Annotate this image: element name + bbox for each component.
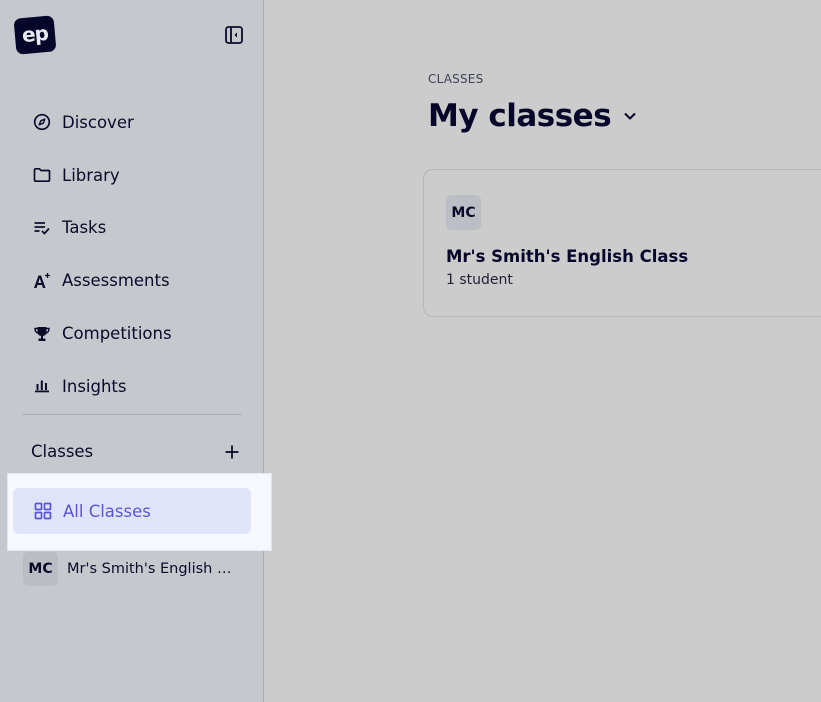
class-avatar: MC (23, 552, 58, 586)
tasks-icon (33, 219, 51, 237)
sidebar-item-label: Insights (62, 376, 127, 396)
sidebar-item-label: Tasks (62, 218, 107, 238)
sidebar: ep Discover Library Tasks Assessments Co… (0, 0, 264, 702)
sidebar-item-all-classes[interactable]: All Classes (13, 488, 251, 534)
sidebar-nav: Discover Library Tasks Assessments Compe… (22, 96, 242, 413)
sidebar-item-discover[interactable]: Discover (22, 96, 242, 149)
class-view-dropdown[interactable]: My classes (428, 98, 637, 134)
folder-icon (33, 166, 51, 184)
sidebar-divider (22, 414, 242, 415)
class-card[interactable]: MC Mr's Smith's English Class 1 student (423, 169, 821, 317)
grid-icon (34, 502, 52, 520)
plus-icon (225, 445, 239, 458)
class-name: Mr's Smith's English Class (67, 561, 237, 577)
main-content: CLASSES My classes MC Mr's Smith's Engli… (265, 0, 821, 702)
class-card-student-count: 1 student (446, 272, 513, 288)
app-logo[interactable]: ep (13, 15, 57, 55)
bar-chart-icon (33, 377, 51, 395)
page-eyebrow: CLASSES (428, 72, 484, 86)
sidebar-item-tasks[interactable]: Tasks (22, 202, 242, 255)
sidebar-class-item[interactable]: MC Mr's Smith's English Class (23, 552, 245, 586)
sidebar-item-competitions[interactable]: Competitions (22, 307, 242, 360)
sidebar-item-label: Competitions (62, 324, 172, 344)
sidebar-item-label: Library (62, 165, 120, 185)
page-title: My classes (428, 98, 612, 134)
sidebar-collapse-icon (225, 26, 243, 44)
chevron-down-icon (623, 111, 637, 121)
classes-section-title: Classes (31, 442, 94, 461)
compass-icon (33, 113, 51, 131)
trophy-icon (33, 325, 51, 343)
sidebar-item-label: Assessments (62, 271, 170, 291)
sidebar-item-insights[interactable]: Insights (22, 360, 242, 413)
collapse-sidebar-button[interactable] (222, 23, 246, 47)
class-card-title: Mr's Smith's English Class (446, 247, 689, 266)
sidebar-item-label: Discover (62, 112, 134, 132)
class-avatar: MC (446, 195, 481, 230)
sidebar-item-assessments[interactable]: Assessments (22, 254, 242, 307)
add-class-button[interactable] (223, 443, 241, 461)
classes-section-header: Classes (31, 442, 241, 461)
all-classes-label: All Classes (63, 501, 151, 521)
sidebar-item-library[interactable]: Library (22, 149, 242, 202)
assessment-icon (33, 272, 51, 290)
